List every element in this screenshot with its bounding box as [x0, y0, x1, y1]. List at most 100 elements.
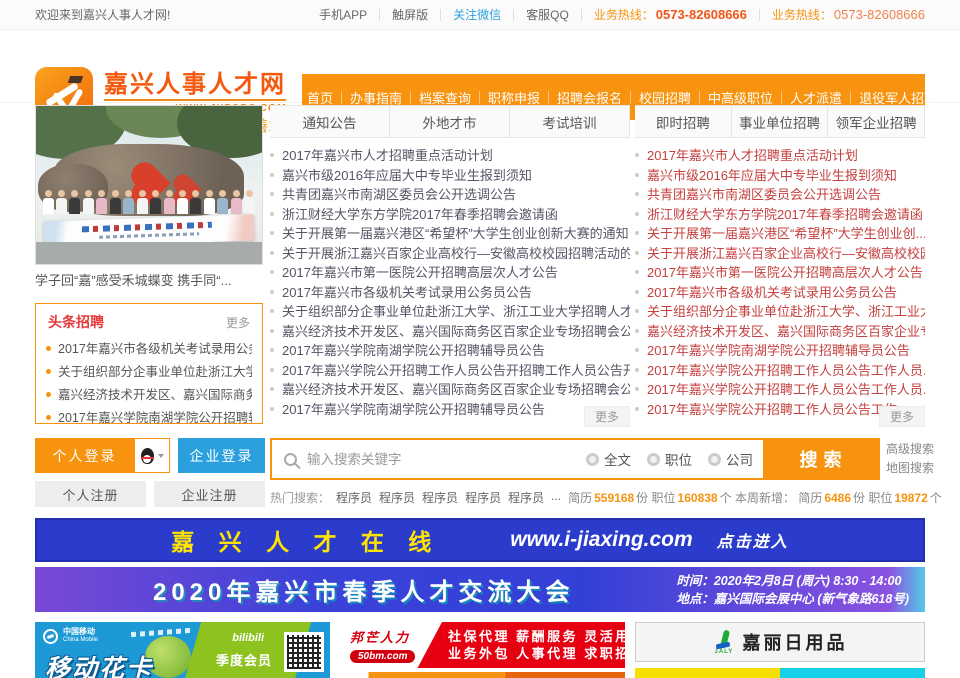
hot-search-term[interactable]: ... [551, 489, 561, 506]
bangmang-hr-ad[interactable]: 邦芒人力 50bm.com 社保代理 薪酬服务 灵活用工 业务外包 人事代理 求… [340, 622, 625, 668]
notice-item[interactable]: 2017年嘉兴市各级机关考试录用公务员公告 [270, 283, 630, 303]
search-scope-radio[interactable]: 职位 [647, 449, 692, 469]
notice-item[interactable]: 2017年嘉兴学院南湖学院公开招聘辅导员公告 [270, 341, 630, 361]
headline-item[interactable]: 关于组织部分企事业单位赴浙江大学... [46, 361, 252, 384]
notice-item[interactable]: 关于开展浙江嘉兴百家企业高校行—安徽高校校园招聘活动的通... [270, 244, 630, 264]
page: 欢迎来到嘉兴人事人才网! 手机APP触屏版关注微信客服QQ 业务热线：0573-… [0, 0, 960, 678]
hot-search-term[interactable]: 程序员 [508, 489, 544, 506]
jobs-item[interactable]: 2017年嘉兴学院公开招聘工作人员公告工作人员... [635, 361, 925, 381]
qq-icon [141, 448, 154, 464]
bangmang-services: 社保代理 薪酬服务 灵活用工 业务外包 人事代理 求职招聘 [448, 628, 625, 662]
headline-item[interactable]: 2017年嘉兴学院南湖学院公开招聘辅... [46, 407, 252, 430]
company-login-button[interactable]: 企业登录 [178, 438, 265, 473]
jobs-panel: 即时招聘事业单位招聘领军企业招聘 2017年嘉兴市人才招聘重点活动计划嘉兴市级2… [635, 105, 925, 423]
company-register-button[interactable]: 企业注册 [154, 481, 265, 507]
jobs-more-link[interactable]: 更多 [879, 406, 925, 427]
divider [759, 9, 760, 21]
notice-item[interactable]: 2017年嘉兴市第一医院公开招聘高层次人才公告 [270, 263, 630, 283]
jobs-item[interactable]: 2017年嘉兴市第一医院公开招聘高层次人才公告 [635, 263, 925, 283]
photo-people-row [42, 190, 256, 214]
nav-item[interactable]: 职称申报 [471, 88, 540, 107]
jobs-item[interactable]: 关于开展浙江嘉兴百家企业高校行—安徽高校校园... [635, 244, 925, 264]
search-input[interactable] [307, 452, 570, 467]
header: 嘉兴人事人才网 WWW.JXRSRC.COM [ 嘉善站 ] 首页办事指南档案查… [0, 30, 960, 103]
notice-item[interactable]: 2017年嘉兴学院南湖学院公开招聘辅导员公告 [270, 400, 630, 420]
photo-caption[interactable]: 学子回“嘉”感受禾城蝶变 携手同“... [35, 270, 265, 289]
personal-register-button[interactable]: 个人注册 [35, 481, 146, 507]
hotline-primary: 业务热线：0573-82608666 [594, 6, 747, 23]
hot-search-term[interactable]: 程序员 [336, 489, 372, 506]
topbar-links: 手机APP触屏版关注微信客服QQ [319, 6, 594, 23]
nav-item[interactable]: 校园招聘 [622, 88, 691, 107]
logo-flag [68, 76, 83, 83]
fair-place: 地点：嘉兴国际会展中心 (新气象路618号) [676, 590, 909, 608]
jobs-item[interactable]: 嘉兴市级2016年应届大中专毕业生报到须知 [635, 166, 925, 186]
search-scope-radio[interactable]: 全文 [586, 449, 631, 469]
notice-item[interactable]: 2017年嘉兴学院公开招聘工作人员公告开招聘工作人员公告开... [270, 361, 630, 381]
jobs-tab[interactable]: 事业单位招聘 [732, 105, 829, 138]
topbar-link[interactable]: 触屏版 [392, 6, 453, 23]
news-photo[interactable] [35, 105, 263, 265]
hot-search-label: 热门搜索： [270, 489, 330, 506]
hotline-number-2: 0573-82608666 [834, 7, 925, 22]
notice-more-link[interactable]: 更多 [584, 406, 630, 427]
notice-item[interactable]: 关于开展第一届嘉兴港区“希望杯”大学生创业创新大赛的通知 [270, 224, 630, 244]
topbar-link[interactable]: 客服QQ [526, 6, 594, 23]
topbar-link[interactable]: 关注微信 [453, 6, 526, 23]
topbar-link[interactable]: 手机APP [319, 6, 392, 23]
hotline-secondary: 业务热线：0573-82608666 [772, 6, 925, 23]
notice-item[interactable]: 关于组织部分企事业单位赴浙江大学、浙江工业大学招聘人才的... [270, 302, 630, 322]
spring-job-fair-banner[interactable]: 2020年嘉兴市春季人才交流大会 时间：2020年2月8日 (周六) 8:30 … [35, 567, 925, 612]
nav-item[interactable]: 档案查询 [402, 88, 471, 107]
jobs-tab[interactable]: 即时招聘 [635, 105, 732, 138]
notice-item[interactable]: 2017年嘉兴市人才招聘重点活动计划 [270, 146, 630, 166]
notice-item[interactable]: 嘉兴经济技术开发区、嘉兴国际商务区百家企业专场招聘会公告 [270, 380, 630, 400]
hot-search-term[interactable]: 程序员 [379, 489, 415, 506]
nav-item[interactable]: 中高级职位 [691, 88, 773, 107]
jiaxing-talent-online-banner[interactable]: 嘉 兴 人 才 在 线 www.i-jiaxing.com 点击进入 [35, 518, 925, 562]
headline-item[interactable]: 2017年嘉兴市各级机关考试录用公务... [46, 338, 252, 361]
jobs-item[interactable]: 关于开展第一届嘉兴港区“希望杯”大学生创业创... [635, 224, 925, 244]
headline-list: 2017年嘉兴市各级机关考试录用公务...关于组织部分企事业单位赴浙江大学...… [36, 336, 262, 430]
nav-item[interactable]: 办事指南 [333, 88, 402, 107]
jobs-item[interactable]: 2017年嘉兴学院南湖学院公开招聘辅导员公告 [635, 341, 925, 361]
jaly-logo-icon: JALY [713, 630, 735, 654]
fair-title: 2020年嘉兴市春季人才交流大会 [51, 572, 676, 607]
nav-item[interactable]: 人才派遣 [773, 88, 842, 107]
jobs-tab[interactable]: 领军企业招聘 [828, 105, 925, 138]
jobs-item[interactable]: 2017年嘉兴市各级机关考试录用公务员公告 [635, 283, 925, 303]
nav-item[interactable]: 退役军人招聘 [842, 88, 937, 107]
notice-item[interactable]: 嘉兴经济技术开发区、嘉兴国际商务区百家企业专场招聘会公告 [270, 322, 630, 342]
qq-login-dropdown[interactable] [134, 438, 170, 473]
hot-search-term[interactable]: 程序员 [422, 489, 458, 506]
headline-more-link[interactable]: 更多 [226, 314, 250, 331]
nav-item[interactable]: 招聘会报名 [540, 88, 622, 107]
search-scope-radio[interactable]: 公司 [708, 449, 753, 469]
photo-ground [36, 242, 262, 264]
welcome-text: 欢迎来到嘉兴人事人才网! [35, 6, 170, 23]
jobs-item[interactable]: 2017年嘉兴学院公开招聘工作人员公告工作人员... [635, 380, 925, 400]
jobs-item[interactable]: 嘉兴经济技术开发区、嘉兴国际商务区百家企业专... [635, 322, 925, 342]
hot-search-terms: 程序员程序员程序员程序员程序员... [336, 489, 568, 506]
notice-item[interactable]: 嘉兴市级2016年应届大中专毕业生报到须知 [270, 166, 630, 186]
notice-item[interactable]: 浙江财经大学东方学院2017年春季招聘会邀请函 [270, 205, 630, 225]
china-mobile-ad[interactable]: 中国移动 China Mobile bilibili 季度会员 移动花卡 [35, 622, 330, 678]
headline-item[interactable]: 嘉兴经济技术开发区、嘉兴国际商务... [46, 384, 252, 407]
notice-tab[interactable]: 通知公告 [270, 105, 390, 138]
jaly-ad[interactable]: JALY 嘉丽日用品 [635, 622, 925, 662]
hot-search-term[interactable]: 程序员 [465, 489, 501, 506]
advanced-search-link[interactable]: 高级搜索 [886, 440, 926, 459]
search-button[interactable]: 搜索 [763, 440, 878, 478]
map-search-link[interactable]: 地图搜索 [886, 459, 926, 478]
nav-item[interactable]: 首页 [290, 88, 333, 107]
jobs-item[interactable]: 关于组织部分企事业单位赴浙江大学、浙江工业大... [635, 302, 925, 322]
personal-login-button[interactable]: 个人登录 [35, 438, 134, 473]
notice-item[interactable]: 共青团嘉兴市南湖区委员会公开选调公告 [270, 185, 630, 205]
jobs-item[interactable]: 浙江财经大学东方学院2017年春季招聘会邀请函 [635, 205, 925, 225]
notice-tab[interactable]: 外地才市 [390, 105, 510, 138]
jobs-item[interactable]: 共青团嘉兴市南湖区委员会公开选调公告 [635, 185, 925, 205]
jobs-item[interactable]: 2017年嘉兴市人才招聘重点活动计划 [635, 146, 925, 166]
partial-ad [635, 668, 925, 678]
notice-panel: 通知公告外地才市考试培训 2017年嘉兴市人才招聘重点活动计划嘉兴市级2016年… [270, 105, 630, 423]
notice-tab[interactable]: 考试培训 [510, 105, 630, 138]
